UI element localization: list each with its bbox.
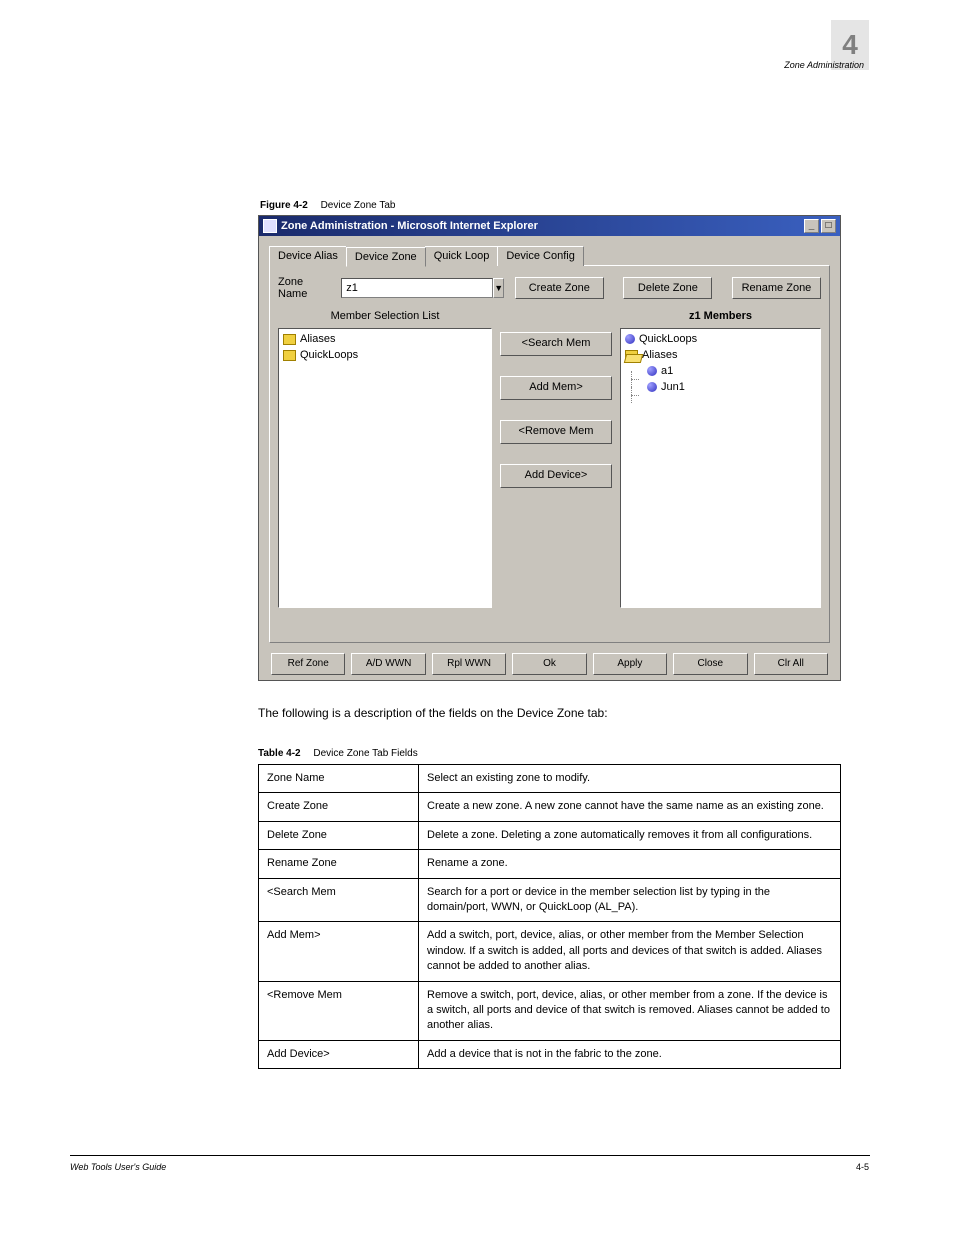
field-cell: Rename Zone [259, 850, 419, 878]
clr-all-button[interactable]: Clr All [754, 653, 828, 675]
add-device-button[interactable]: Add Device> [500, 464, 612, 488]
folder-open-icon [625, 350, 638, 361]
field-cell: Zone Name [259, 765, 419, 793]
field-cell: <Remove Mem [259, 981, 419, 1040]
figure-caption: Figure 4-2 Device Zone Tab [260, 200, 395, 211]
create-zone-button[interactable]: Create Zone [515, 277, 604, 299]
members-list[interactable]: QuickLoops Aliases a1 [620, 328, 821, 608]
table-row: Delete Zone Delete a zone. Deleting a zo… [259, 821, 841, 849]
titlebar[interactable]: Zone Administration - Microsoft Internet… [259, 216, 840, 236]
chapter-title: Zone Administration [784, 60, 864, 70]
tab-panel: Zone Name ▼ Create Zone Delete Zone Rena… [269, 265, 830, 643]
tab-device-zone[interactable]: Device Zone [346, 247, 426, 267]
zone-name-input[interactable] [341, 278, 493, 298]
footer-left: Web Tools User's Guide [70, 1162, 166, 1172]
list-item[interactable]: a1 [625, 363, 816, 379]
zone-name-combo[interactable]: ▼ [341, 278, 495, 298]
list-item-label: QuickLoops [639, 333, 697, 345]
table-row: Add Mem> Add a switch, port, device, ali… [259, 922, 841, 981]
node-icon [647, 366, 657, 376]
table-label: Table 4-2 [258, 748, 301, 759]
body-text: The following is a description of the fi… [258, 705, 841, 722]
list-item-label: QuickLoops [300, 349, 358, 361]
list-item[interactable]: QuickLoops [283, 347, 487, 363]
footer-page-number: 4-5 [856, 1162, 869, 1172]
table-row: Zone Name Select an existing zone to mod… [259, 765, 841, 793]
app-icon [263, 219, 277, 233]
member-selection-title: Member Selection List [278, 310, 492, 328]
list-item[interactable]: Aliases [625, 347, 816, 363]
table-row: Rename Zone Rename a zone. [259, 850, 841, 878]
desc-cell: Search for a port or device in the membe… [419, 878, 841, 922]
table-row: Create Zone Create a new zone. A new zon… [259, 793, 841, 821]
list-item[interactable]: QuickLoops [625, 331, 816, 347]
field-cell: Add Mem> [259, 922, 419, 981]
table-caption: Table 4-2 Device Zone Tab Fields [258, 748, 418, 759]
minimize-button[interactable]: _ [804, 219, 819, 233]
maximize-button[interactable]: □ [821, 219, 836, 233]
desc-cell: Remove a switch, port, device, alias, or… [419, 981, 841, 1040]
list-item-label: Jun1 [661, 381, 685, 393]
members-title: z1 Members [620, 310, 821, 328]
list-item[interactable]: Jun1 [625, 379, 816, 395]
folder-icon [283, 334, 296, 345]
rpl-wwn-button[interactable]: Rpl WWN [432, 653, 506, 675]
remove-mem-button[interactable]: <Remove Mem [500, 420, 612, 444]
list-item-label: a1 [661, 365, 673, 377]
field-cell: Add Device> [259, 1040, 419, 1068]
table-row: Add Device> Add a device that is not in … [259, 1040, 841, 1068]
node-icon [625, 334, 635, 344]
desc-cell: Rename a zone. [419, 850, 841, 878]
rename-zone-button[interactable]: Rename Zone [732, 277, 821, 299]
ad-wwn-button[interactable]: A/D WWN [351, 653, 425, 675]
field-cell: Create Zone [259, 793, 419, 821]
desc-cell: Add a device that is not in the fabric t… [419, 1040, 841, 1068]
desc-cell: Select an existing zone to modify. [419, 765, 841, 793]
table-row: <Remove Mem Remove a switch, port, devic… [259, 981, 841, 1040]
tab-device-config[interactable]: Device Config [497, 246, 583, 266]
table-caption-text: Device Zone Tab Fields [313, 748, 417, 759]
zone-name-label: Zone Name [278, 276, 331, 300]
desc-cell: Add a switch, port, device, alias, or ot… [419, 922, 841, 981]
add-mem-button[interactable]: Add Mem> [500, 376, 612, 400]
screenshot-window: Zone Administration - Microsoft Internet… [258, 215, 841, 681]
ref-zone-button[interactable]: Ref Zone [271, 653, 345, 675]
search-mem-button[interactable]: <Search Mem [500, 332, 612, 356]
delete-zone-button[interactable]: Delete Zone [623, 277, 712, 299]
close-button[interactable]: Close [673, 653, 747, 675]
list-item-label: Aliases [642, 349, 677, 361]
member-selection-list[interactable]: Aliases QuickLoops [278, 328, 492, 608]
apply-button[interactable]: Apply [593, 653, 667, 675]
zone-name-row: Zone Name ▼ Create Zone Delete Zone Rena… [278, 276, 821, 300]
tab-quick-loop[interactable]: Quick Loop [425, 246, 499, 266]
tab-device-alias[interactable]: Device Alias [269, 246, 347, 266]
field-cell: Delete Zone [259, 821, 419, 849]
list-item-label: Aliases [300, 333, 335, 345]
window-title: Zone Administration - Microsoft Internet… [281, 220, 538, 232]
chevron-down-icon[interactable]: ▼ [493, 278, 504, 298]
footer-rule [70, 1155, 870, 1156]
field-cell: <Search Mem [259, 878, 419, 922]
desc-cell: Create a new zone. A new zone cannot hav… [419, 793, 841, 821]
figure-label: Figure 4-2 [260, 200, 308, 211]
desc-cell: Delete a zone. Deleting a zone automatic… [419, 821, 841, 849]
figure-caption-text: Device Zone Tab [321, 200, 396, 211]
field-description-table: Zone Name Select an existing zone to mod… [258, 764, 841, 1069]
bottom-button-row: Ref Zone A/D WWN Rpl WWN Ok Apply Close … [269, 653, 830, 675]
node-icon [647, 382, 657, 392]
tabs: Device Alias Device Zone Quick Loop Devi… [269, 246, 830, 266]
list-item[interactable]: Aliases [283, 331, 487, 347]
ok-button[interactable]: Ok [512, 653, 586, 675]
folder-icon [283, 350, 296, 361]
table-row: <Search Mem Search for a port or device … [259, 878, 841, 922]
